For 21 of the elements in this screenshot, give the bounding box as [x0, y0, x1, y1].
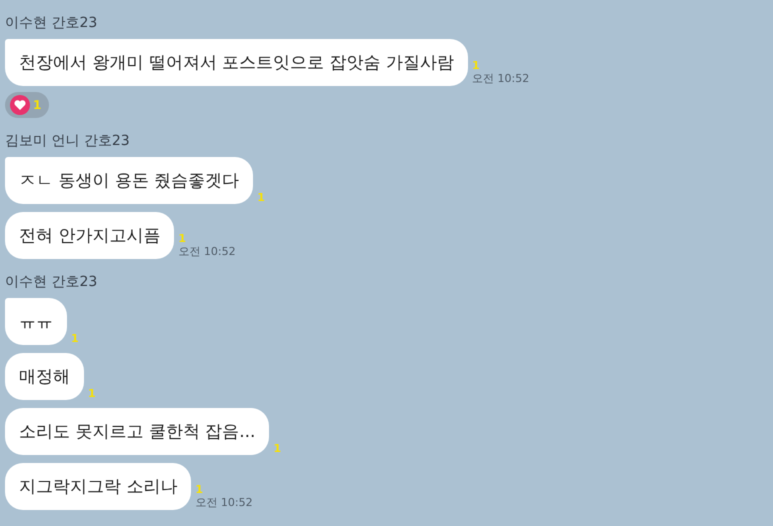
- message-bubble: 매정해: [5, 353, 84, 400]
- unread-count: 1: [273, 443, 282, 455]
- sender-name: 이수현 간호23: [5, 273, 98, 291]
- message-bubble: ㅠㅠ: [5, 298, 67, 345]
- unread-count: 1: [472, 60, 480, 72]
- sender-name: 이수현 간호23: [5, 14, 98, 32]
- sender-name: 김보미 언니 간호23: [5, 132, 130, 150]
- reaction-chip[interactable]: 1: [5, 92, 50, 118]
- message-bubble: 지그락지그락 소리나: [5, 463, 192, 510]
- unread-count: 1: [195, 484, 204, 496]
- message-bubble: 전혀 안가지고시픔: [5, 212, 174, 259]
- message-time: 오전 10:52: [472, 72, 530, 86]
- message-time: 오전 10:52: [195, 496, 253, 510]
- message-time: 오전 10:52: [178, 245, 236, 259]
- message-bubble: 소리도 못지르고 쿨한척 잡음...: [5, 408, 270, 455]
- message-bubble: 천장에서 왕개미 떨어져서 포스트잇으로 잡앗숨 가질사람: [5, 39, 468, 86]
- unread-count: 1: [88, 388, 96, 400]
- unread-count: 1: [71, 333, 79, 345]
- unread-count: 1: [178, 233, 186, 245]
- unread-count: 1: [257, 192, 265, 204]
- message-bubble: ㅈㄴ 동생이 용돈 줬슴좋겟다: [5, 157, 254, 204]
